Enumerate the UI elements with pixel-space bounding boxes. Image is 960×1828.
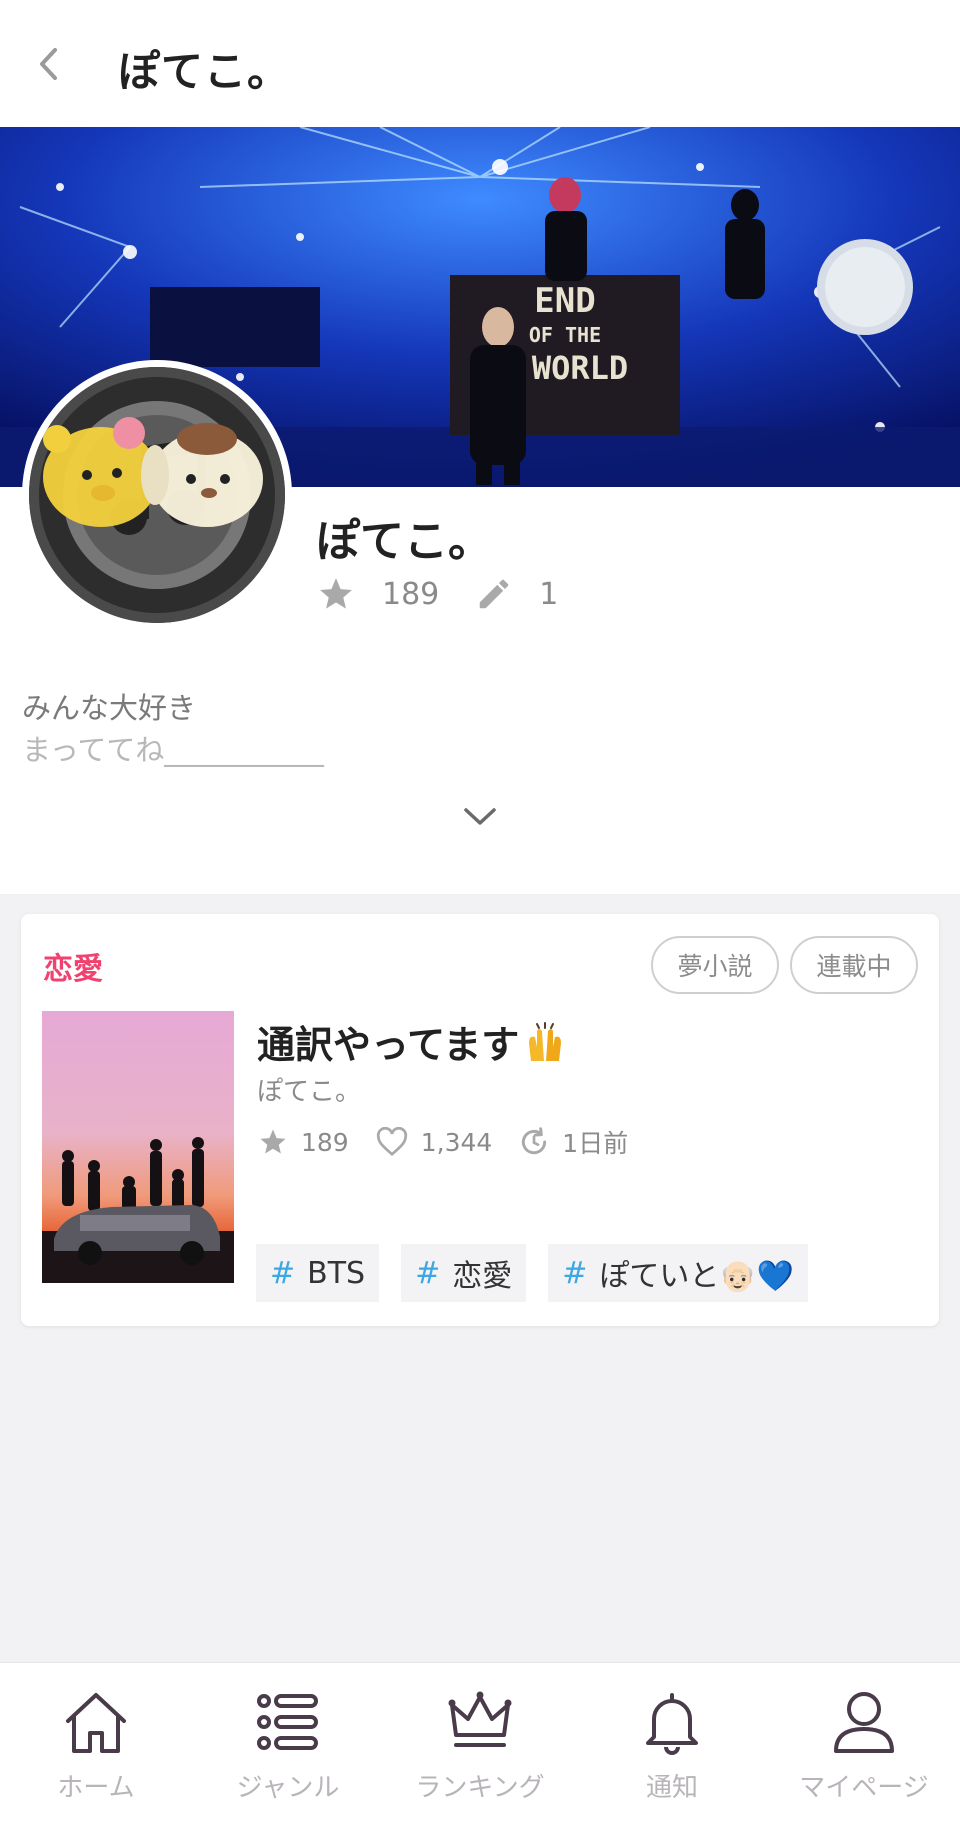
nav-label: 通知 bbox=[645, 1773, 698, 1803]
hashtag-label: 恋愛 bbox=[452, 1259, 513, 1294]
avatar-image bbox=[29, 367, 285, 623]
star-icon bbox=[320, 578, 352, 609]
profile-works-count: 1 bbox=[475, 575, 558, 613]
chevron-left-icon bbox=[40, 48, 57, 80]
star-icon bbox=[260, 1129, 286, 1154]
nav-label: ジャンル bbox=[236, 1773, 340, 1803]
story-title-text: 通訳やってます bbox=[257, 1023, 520, 1067]
nav-label: ホーム bbox=[57, 1773, 135, 1803]
nav-ranking[interactable]: ランキング bbox=[384, 1663, 576, 1828]
pencil-icon bbox=[480, 579, 509, 609]
profile-name: ぽてこ。 bbox=[316, 516, 492, 567]
story-star-count: 189 bbox=[257, 1127, 349, 1157]
bio-line: みんな大好き bbox=[22, 691, 197, 725]
chevron-down-icon bbox=[464, 808, 496, 825]
bottom-navigation: ホーム ジャンル ランキング 通知 マイページ bbox=[0, 1662, 960, 1828]
heart-icon bbox=[376, 1127, 407, 1157]
profile-avatar[interactable] bbox=[22, 360, 292, 630]
bio-line: まっててね___________ bbox=[22, 733, 324, 767]
story-like-count: 1,344 bbox=[375, 1127, 493, 1157]
user-icon bbox=[834, 1692, 894, 1753]
nav-notifications[interactable]: 通知 bbox=[576, 1663, 768, 1828]
profile-stats: 189 1 bbox=[316, 575, 594, 613]
story-genre: 恋愛 bbox=[43, 952, 103, 987]
profile-star-count: 189 bbox=[316, 575, 439, 613]
bell-icon bbox=[646, 1693, 698, 1755]
hashtag-chip[interactable]: # 恋愛 bbox=[401, 1244, 527, 1302]
nav-mypage[interactable]: マイページ bbox=[768, 1663, 960, 1828]
nav-home[interactable]: ホーム bbox=[0, 1663, 192, 1828]
story-author: ぽてこ。 bbox=[257, 1077, 362, 1107]
raised-hands-icon bbox=[529, 1021, 562, 1061]
refresh-clock-icon bbox=[522, 1127, 547, 1155]
back-button[interactable] bbox=[28, 40, 68, 88]
page-title: ぽてこ。 bbox=[118, 47, 291, 96]
home-icon bbox=[66, 1693, 126, 1753]
profile-works-value: 1 bbox=[539, 576, 559, 612]
hash-icon: # bbox=[270, 1255, 296, 1291]
expand-bio-button[interactable] bbox=[458, 795, 502, 839]
profile-section: END OF THE WORLD ぽてこ。 189 1 みんな大好き まっててね… bbox=[0, 127, 960, 894]
story-hashtags: # BTS # 恋愛 # ぽていと👴🏻💙 bbox=[256, 1244, 809, 1302]
story-star-value: 189 bbox=[301, 1127, 349, 1157]
hashtag-label: ぽていと👴🏻💙 bbox=[599, 1259, 795, 1294]
nav-label: マイページ bbox=[799, 1773, 929, 1803]
banner-sign-text-3: WORLD bbox=[532, 349, 628, 387]
story-stats: 189 1,344 1日前 bbox=[257, 1124, 654, 1160]
hash-icon: # bbox=[562, 1255, 588, 1291]
app-header: ぽてこ。 bbox=[0, 0, 960, 127]
nav-genre[interactable]: ジャンル bbox=[192, 1663, 384, 1828]
profile-bio: みんな大好き まっててね___________ bbox=[22, 687, 324, 771]
story-title: 通訳やってます bbox=[257, 1014, 567, 1069]
story-card[interactable]: 恋愛 夢小説 連載中 通訳やってます ぽてこ。 189 1,344 1日前 # … bbox=[21, 914, 939, 1326]
story-updated-value: 1日前 bbox=[562, 1129, 629, 1158]
profile-star-value: 189 bbox=[382, 576, 440, 612]
hashtag-chip[interactable]: # BTS bbox=[256, 1244, 380, 1302]
story-thumbnail bbox=[42, 1011, 234, 1283]
crown-icon bbox=[448, 1691, 512, 1747]
hashtag-label: BTS bbox=[307, 1255, 366, 1291]
nav-label: ランキング bbox=[415, 1773, 545, 1803]
banner-sign-text-1: END bbox=[534, 281, 595, 321]
story-like-value: 1,344 bbox=[420, 1127, 493, 1157]
story-badge: 夢小説 bbox=[651, 936, 779, 994]
hashtag-chip[interactable]: # ぽていと👴🏻💙 bbox=[548, 1244, 809, 1302]
story-updated: 1日前 bbox=[518, 1124, 628, 1160]
hash-icon: # bbox=[415, 1255, 441, 1291]
banner-sign-text-2: OF THE bbox=[529, 323, 601, 347]
story-badge: 連載中 bbox=[790, 936, 918, 994]
list-icon bbox=[257, 1694, 318, 1750]
